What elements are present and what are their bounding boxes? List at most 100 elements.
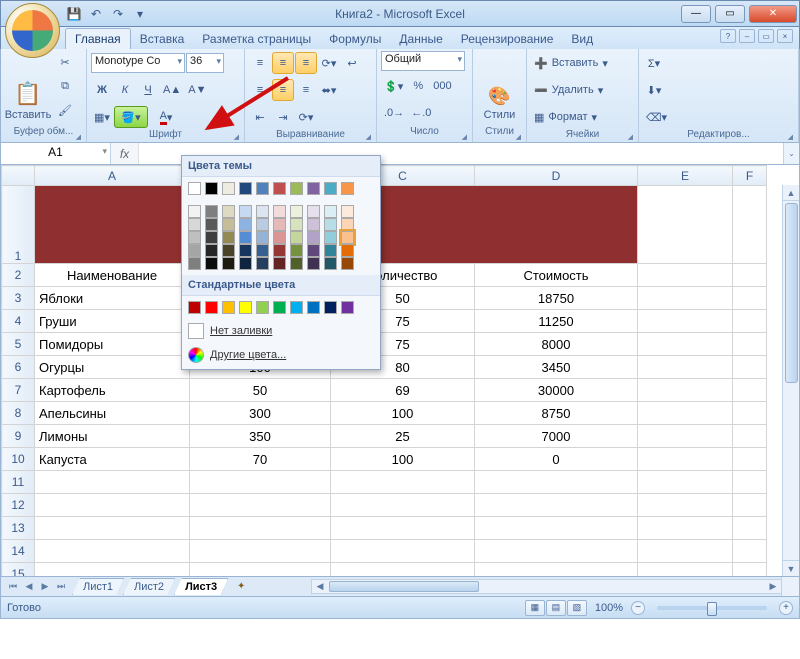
color-swatch[interactable]: [273, 205, 286, 218]
insert-cells-button[interactable]: ➕Вставить▾: [531, 52, 631, 74]
color-swatch[interactable]: [324, 301, 337, 314]
cell[interactable]: [733, 563, 767, 578]
hscroll-thumb[interactable]: [329, 581, 479, 592]
borders-button[interactable]: ▦▾: [91, 106, 113, 128]
cell[interactable]: [638, 356, 733, 379]
cell[interactable]: [475, 517, 638, 540]
cell[interactable]: [475, 563, 638, 578]
color-swatch[interactable]: [239, 301, 252, 314]
color-swatch[interactable]: [290, 205, 303, 218]
color-swatch[interactable]: [205, 231, 218, 244]
cell[interactable]: [331, 540, 475, 563]
cell[interactable]: [638, 379, 733, 402]
color-swatch[interactable]: [239, 257, 252, 270]
color-swatch[interactable]: [290, 218, 303, 231]
decrease-decimal-button[interactable]: ←.0: [408, 102, 434, 124]
cell[interactable]: 50: [190, 379, 331, 402]
cell[interactable]: [190, 563, 331, 578]
color-swatch[interactable]: [290, 244, 303, 257]
color-swatch[interactable]: [256, 205, 269, 218]
cell[interactable]: 30000: [475, 379, 638, 402]
increase-decimal-button[interactable]: .0→: [381, 102, 407, 124]
copy-button[interactable]: ⧉: [54, 75, 76, 97]
row-header[interactable]: 6: [2, 356, 35, 379]
doc-restore-button[interactable]: ▭: [758, 29, 774, 43]
color-swatch[interactable]: [307, 182, 320, 195]
format-cells-button[interactable]: ▦Формат▾: [531, 106, 631, 128]
col-header-A[interactable]: A: [35, 166, 190, 186]
fill-color-button[interactable]: 🪣▾: [114, 106, 148, 128]
color-swatch[interactable]: [341, 182, 354, 195]
cell[interactable]: [638, 310, 733, 333]
increase-indent-button[interactable]: ⇥: [272, 106, 294, 128]
cell[interactable]: [733, 264, 767, 287]
cell[interactable]: [638, 563, 733, 578]
cell[interactable]: Огурцы: [35, 356, 190, 379]
orientation-button[interactable]: ⟳▾: [318, 52, 340, 74]
cut-button[interactable]: ✂: [54, 51, 76, 73]
zoom-in-button[interactable]: +: [779, 601, 793, 615]
sheet-tab-2[interactable]: Лист2: [123, 578, 175, 595]
cell[interactable]: Яблоки: [35, 287, 190, 310]
cell[interactable]: 350: [190, 425, 331, 448]
color-swatch[interactable]: [341, 257, 354, 270]
wrap-text-button[interactable]: ↩: [341, 52, 363, 74]
cell[interactable]: [638, 333, 733, 356]
cell[interactable]: [733, 540, 767, 563]
underline-button[interactable]: Ч: [137, 79, 159, 101]
help-icon[interactable]: ?: [720, 29, 736, 43]
cell[interactable]: [331, 517, 475, 540]
no-fill-item[interactable]: Нет заливки: [182, 319, 380, 343]
color-swatch[interactable]: [324, 231, 337, 244]
row-header[interactable]: 14: [2, 540, 35, 563]
align-left-button[interactable]: ≡: [249, 79, 271, 101]
clear-button[interactable]: ⌫▾: [643, 106, 670, 128]
color-swatch[interactable]: [205, 257, 218, 270]
color-swatch[interactable]: [205, 301, 218, 314]
doc-minimize-button[interactable]: –: [739, 29, 755, 43]
cell[interactable]: [638, 186, 733, 264]
percent-button[interactable]: %: [407, 75, 429, 97]
row-header-2[interactable]: 2: [2, 264, 35, 287]
redo-icon[interactable]: ↷: [110, 6, 126, 22]
cell[interactable]: Груши: [35, 310, 190, 333]
qat-customize-icon[interactable]: ▾: [132, 6, 148, 22]
color-swatch[interactable]: [273, 182, 286, 195]
next-sheet-icon[interactable]: ▶: [37, 579, 53, 595]
cell[interactable]: [733, 310, 767, 333]
col-header-D[interactable]: D: [475, 166, 638, 186]
tab-view[interactable]: Вид: [562, 29, 602, 49]
color-swatch[interactable]: [256, 257, 269, 270]
color-swatch[interactable]: [341, 231, 354, 244]
cell[interactable]: [733, 287, 767, 310]
color-swatch[interactable]: [239, 205, 252, 218]
cell[interactable]: Наименование: [35, 264, 190, 287]
color-swatch[interactable]: [290, 257, 303, 270]
vertical-scrollbar[interactable]: ▲ ▼: [782, 185, 799, 576]
delete-cells-button[interactable]: ➖Удалить▾: [531, 79, 631, 101]
color-swatch[interactable]: [290, 182, 303, 195]
row-header[interactable]: 3: [2, 287, 35, 310]
color-swatch[interactable]: [256, 244, 269, 257]
font-name-combo[interactable]: Monotype Co: [91, 53, 185, 73]
color-swatch[interactable]: [188, 244, 201, 257]
cell[interactable]: Апельсины: [35, 402, 190, 425]
align-bottom-button[interactable]: ≡: [295, 52, 317, 74]
tab-formulas[interactable]: Формулы: [320, 29, 390, 49]
color-swatch[interactable]: [273, 257, 286, 270]
cell[interactable]: [638, 425, 733, 448]
save-icon[interactable]: 💾: [66, 6, 82, 22]
cell[interactable]: 69: [331, 379, 475, 402]
doc-close-button[interactable]: ×: [777, 29, 793, 43]
prev-sheet-icon[interactable]: ◀: [21, 579, 37, 595]
last-sheet-icon[interactable]: ⏭: [53, 579, 69, 595]
minimize-button[interactable]: —: [681, 5, 711, 23]
cell[interactable]: [733, 425, 767, 448]
cell[interactable]: [190, 517, 331, 540]
cell[interactable]: 8000: [475, 333, 638, 356]
color-swatch[interactable]: [307, 231, 320, 244]
color-swatch[interactable]: [341, 218, 354, 231]
color-swatch[interactable]: [239, 231, 252, 244]
currency-button[interactable]: 💲▾: [381, 75, 406, 97]
fx-button[interactable]: fx: [111, 143, 139, 164]
